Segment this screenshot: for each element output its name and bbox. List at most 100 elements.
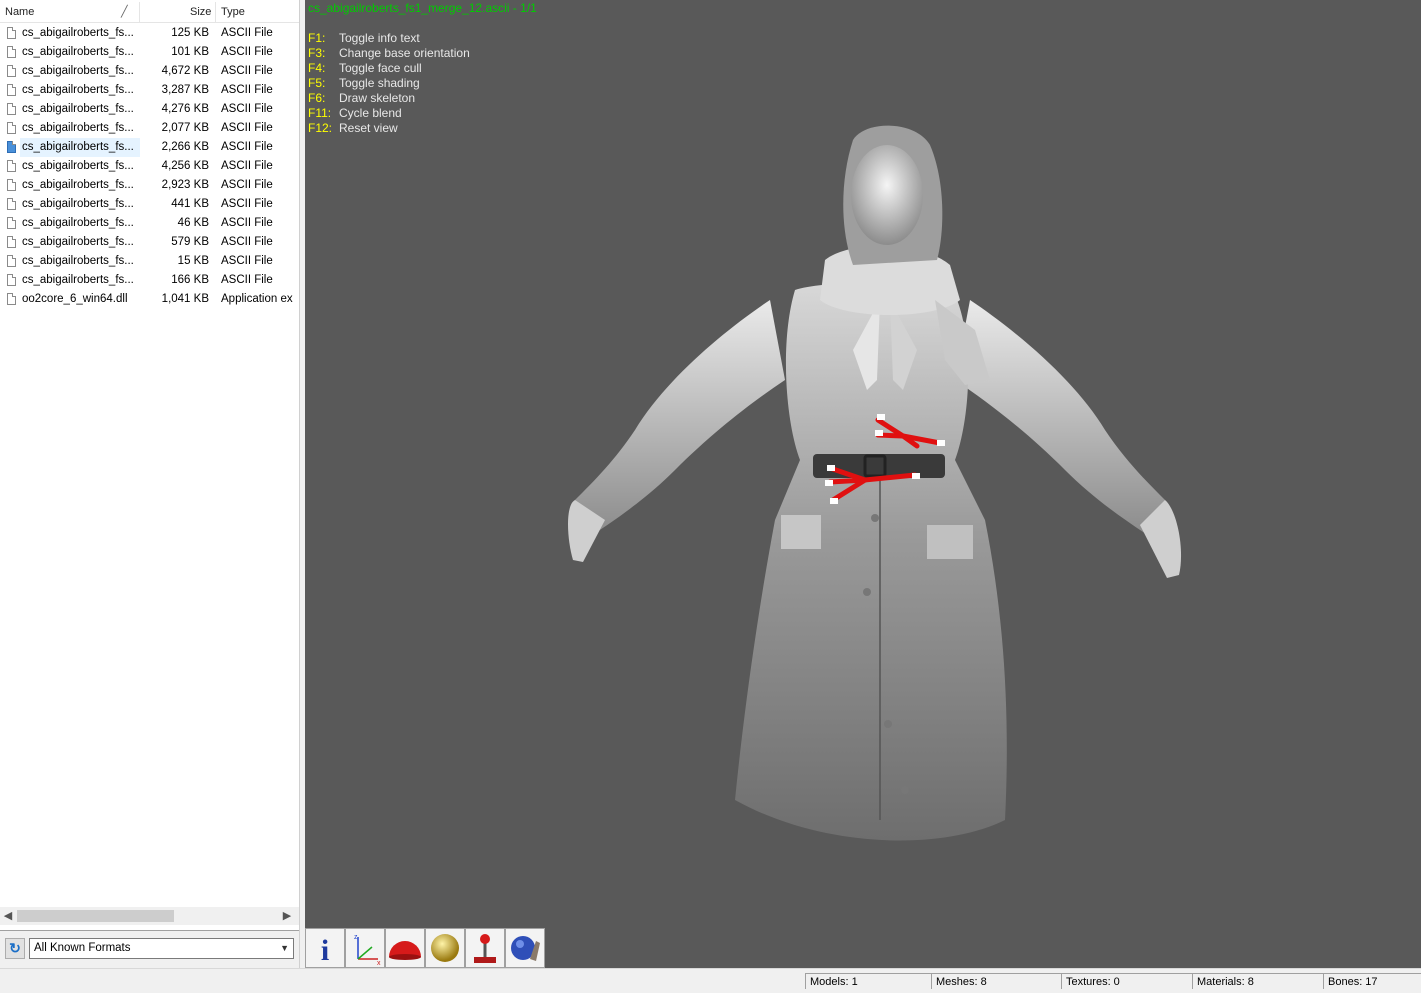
shortcut-line: F12: Reset view bbox=[308, 121, 470, 136]
file-name: cs_abigailroberts_fs... bbox=[22, 179, 134, 191]
file-icon bbox=[7, 46, 16, 58]
file-name: cs_abigailroberts_fs... bbox=[22, 236, 134, 248]
svg-text:z: z bbox=[354, 934, 358, 941]
file-icon bbox=[7, 293, 16, 305]
file-icon bbox=[7, 179, 16, 191]
shortcut-description: Draw skeleton bbox=[339, 91, 416, 105]
column-divider[interactable] bbox=[139, 2, 140, 22]
file-type: ASCII File bbox=[221, 122, 273, 134]
file-icon bbox=[7, 217, 16, 229]
globe-hand-icon bbox=[511, 936, 540, 961]
red-dome-icon bbox=[389, 941, 421, 960]
file-type: ASCII File bbox=[221, 217, 273, 229]
file-size: 1,041 KB bbox=[161, 293, 209, 305]
shortcut-description: Cycle blend bbox=[339, 106, 402, 120]
column-header-name[interactable]: Name bbox=[5, 0, 34, 22]
file-type: ASCII File bbox=[221, 198, 273, 210]
column-header-size[interactable]: Size bbox=[190, 0, 211, 22]
shading-button[interactable] bbox=[385, 928, 425, 968]
file-icon bbox=[7, 274, 16, 286]
axes-button[interactable]: z x bbox=[345, 928, 385, 968]
info-button[interactable]: i bbox=[305, 928, 345, 968]
file-size: 4,672 KB bbox=[161, 65, 209, 77]
file-size: 3,287 KB bbox=[161, 84, 209, 96]
file-row[interactable]: cs_abigailroberts_fs... 15 KB ASCII File bbox=[0, 252, 299, 271]
viewport-title: cs_abigailroberts_fs1_merge_12.ascii - 1… bbox=[308, 1, 537, 15]
file-row[interactable]: cs_abigailroberts_fs... 4,672 KB ASCII Fil… bbox=[0, 62, 299, 81]
pane-splitter[interactable] bbox=[299, 0, 304, 968]
file-row[interactable]: cs_abigailroberts_fs... 4,276 KB ASCII Fil… bbox=[0, 100, 299, 119]
file-icon bbox=[7, 84, 16, 96]
shortcut-key: F6: bbox=[308, 91, 326, 105]
viewer-toolbar: i z x bbox=[305, 928, 545, 968]
shortcut-help: F1: Toggle info text F3: Change base orient… bbox=[308, 31, 470, 136]
file-name: cs_abigailroberts_fs... bbox=[22, 103, 134, 115]
file-type: ASCII File bbox=[221, 141, 273, 153]
status-meshes: Meshes: 8 bbox=[931, 973, 1061, 989]
shortcut-line: F11: Cycle blend bbox=[308, 106, 470, 121]
file-name: oo2core_6_win64.dll bbox=[22, 293, 128, 305]
shortcut-key: F5: bbox=[308, 76, 326, 90]
refresh-button[interactable]: ↻ bbox=[5, 938, 25, 959]
column-divider[interactable] bbox=[215, 2, 216, 22]
file-icon bbox=[7, 160, 16, 172]
column-header-type[interactable]: Type bbox=[221, 0, 245, 22]
format-filter-select[interactable]: All Known Formats ▼ bbox=[29, 938, 294, 959]
shortcut-key: F1: bbox=[308, 31, 326, 45]
file-row[interactable]: cs_abigailroberts_fs... 125 KB ASCII File bbox=[0, 24, 299, 43]
file-size: 101 KB bbox=[171, 46, 209, 58]
file-name: cs_abigailroberts_fs... bbox=[22, 160, 134, 172]
shortcut-description: Reset view bbox=[339, 121, 398, 135]
file-row[interactable]: cs_abigailroberts_fs... 2,923 KB ASCII Fil… bbox=[0, 176, 299, 195]
horizontal-scrollbar[interactable]: ◀ ▶ bbox=[0, 907, 299, 925]
shortcut-line: F3: Change base orientation bbox=[308, 46, 470, 61]
shortcut-key: F4: bbox=[308, 61, 326, 75]
file-row[interactable]: cs_abigailroberts_fs... 2,077 KB ASCII Fil… bbox=[0, 119, 299, 138]
file-name: cs_abigailroberts_fs... bbox=[22, 255, 134, 267]
shortcut-description: Toggle shading bbox=[339, 76, 420, 90]
svg-text:i: i bbox=[321, 934, 329, 967]
file-size: 2,266 KB bbox=[161, 141, 209, 153]
shortcut-line: F6: Draw skeleton bbox=[308, 91, 470, 106]
refresh-icon: ↻ bbox=[9, 940, 21, 956]
chevron-down-icon: ▼ bbox=[280, 943, 289, 953]
file-row[interactable]: cs_abigailroberts_fs... 101 KB ASCII File bbox=[0, 43, 299, 62]
file-type: ASCII File bbox=[221, 236, 273, 248]
animation-button[interactable] bbox=[465, 928, 505, 968]
file-size: 166 KB bbox=[171, 274, 209, 286]
file-icon bbox=[7, 141, 16, 153]
file-icon bbox=[7, 27, 16, 39]
material-button[interactable] bbox=[425, 928, 465, 968]
status-bones: Bones: 17 bbox=[1323, 973, 1421, 989]
file-icon bbox=[7, 198, 16, 210]
scroll-right-icon[interactable]: ▶ bbox=[279, 907, 295, 925]
file-row[interactable]: cs_abigailroberts_fs... 46 KB ASCII File bbox=[0, 214, 299, 233]
file-row[interactable]: oo2core_6_win64.dll 1,041 KB Application e… bbox=[0, 290, 299, 309]
character-model bbox=[568, 125, 1182, 841]
environment-button[interactable] bbox=[505, 928, 545, 968]
file-name: cs_abigailroberts_fs... bbox=[22, 217, 134, 229]
file-type: ASCII File bbox=[221, 27, 273, 39]
shortcut-key: F11: bbox=[308, 106, 332, 120]
file-row[interactable]: cs_abigailroberts_fs... 166 KB ASCII File bbox=[0, 271, 299, 290]
file-icon bbox=[7, 122, 16, 134]
file-row[interactable]: cs_abigailroberts_fs... 441 KB ASCII File bbox=[0, 195, 299, 214]
file-type: ASCII File bbox=[221, 46, 273, 58]
file-name: cs_abigailroberts_fs... bbox=[22, 46, 134, 58]
file-row[interactable]: cs_abigailroberts_fs... 579 KB ASCII File bbox=[0, 233, 299, 252]
file-name: cs_abigailroberts_fs... bbox=[22, 27, 134, 39]
status-textures: Textures: 0 bbox=[1061, 973, 1192, 989]
model-viewport[interactable]: cs_abigailroberts_fs1_merge_12.ascii - 1… bbox=[305, 0, 1421, 968]
scrollbar-thumb[interactable] bbox=[17, 910, 174, 922]
file-type: ASCII File bbox=[221, 255, 273, 267]
file-row[interactable]: cs_abigailroberts_fs... 2,266 KB ASCII Fil… bbox=[0, 138, 299, 157]
file-size: 579 KB bbox=[171, 236, 209, 248]
file-size: 125 KB bbox=[171, 27, 209, 39]
format-bar: ↻ All Known Formats ▼ bbox=[0, 930, 299, 969]
scroll-left-icon[interactable]: ◀ bbox=[0, 907, 16, 925]
file-row[interactable]: cs_abigailroberts_fs... 3,287 KB ASCII Fil… bbox=[0, 81, 299, 100]
shortcut-description: Toggle info text bbox=[339, 31, 420, 45]
file-row[interactable]: cs_abigailroberts_fs... 4,256 KB ASCII Fil… bbox=[0, 157, 299, 176]
status-models: Models: 1 bbox=[805, 973, 931, 989]
sort-indicator-icon: ╱ bbox=[121, 6, 128, 18]
